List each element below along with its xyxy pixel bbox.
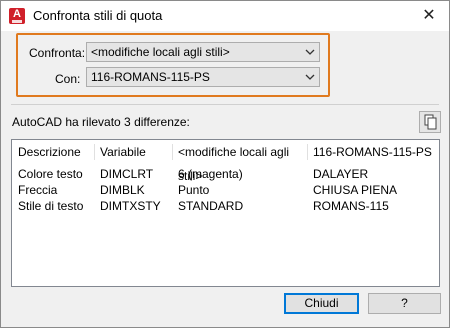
cell-descrizione: Freccia — [18, 183, 58, 197]
cell-local-value: Punto — [178, 183, 210, 197]
column-header-local-changes[interactable]: <modifiche locali agli stili> — [172, 140, 307, 183]
con-dropdown[interactable]: 116-ROMANS-115-PS — [86, 67, 320, 87]
cell-target-value: ROMANS-115 — [313, 199, 389, 213]
confronta-dropdown[interactable]: <modifiche locali agli stili> — [86, 42, 320, 62]
separator-line — [11, 104, 439, 105]
differences-list[interactable]: Descrizione Variabile <modifiche locali … — [11, 139, 440, 287]
cell-target-value: DALAYER — [313, 167, 369, 181]
chevron-down-icon — [305, 74, 315, 80]
cell-variabile: DIMTXSTY — [100, 199, 161, 213]
confronta-label: Confronta: — [29, 46, 86, 60]
cell-variabile: DIMCLRT — [100, 167, 154, 181]
copy-icon — [424, 114, 437, 130]
title-bar[interactable]: A Confronta stili di quota ✕ — [1, 1, 449, 31]
differences-summary: AutoCAD ha rilevato 3 differenze: — [12, 115, 190, 129]
app-icon-letter: A — [13, 8, 21, 20]
close-icon[interactable]: ✕ — [415, 3, 443, 29]
column-header-variabile[interactable]: Variabile — [94, 140, 172, 164]
compare-dimstyles-dialog: A Confronta stili di quota ✕ Confronta: … — [0, 0, 450, 328]
close-button[interactable]: Chiudi — [284, 293, 359, 314]
window-title: Confronta stili di quota — [33, 8, 163, 23]
chevron-down-icon — [305, 49, 315, 55]
copy-to-clipboard-button[interactable] — [419, 111, 441, 133]
cell-target-value: CHIUSA PIENA — [313, 183, 398, 197]
confronta-dropdown-value: <modifiche locali agli stili> — [91, 45, 230, 59]
con-dropdown-value: 116-ROMANS-115-PS — [91, 70, 210, 84]
column-header-target-style[interactable]: 116-ROMANS-115-PS — [307, 140, 437, 164]
cell-descrizione: Stile di testo — [18, 199, 84, 213]
cell-descrizione: Colore testo — [18, 167, 83, 181]
cell-variabile: DIMBLK — [100, 183, 145, 197]
column-header-descrizione[interactable]: Descrizione — [12, 140, 94, 164]
autocad-app-icon: A — [9, 8, 25, 24]
con-label: Con: — [55, 72, 81, 86]
help-button[interactable]: ? — [368, 293, 441, 314]
cell-local-value: STANDARD — [178, 199, 244, 213]
cell-local-value: 6 (magenta) — [178, 167, 243, 181]
